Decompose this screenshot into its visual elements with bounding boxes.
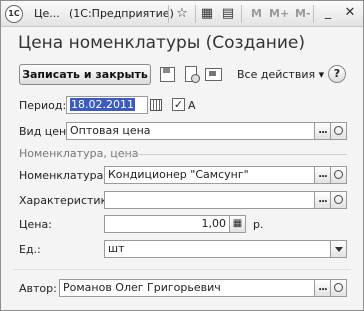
price-input[interactable]: 1,00 [104,215,230,233]
price-type-label: Вид цен: [19,125,70,138]
magnifier-open-icon[interactable] [331,279,347,297]
minimize-icon[interactable]: _ [319,4,337,22]
form-window: 1С Це... (1С:Предприятие) ☆ ▦ ▤ M M+ M- … [0,0,364,311]
toolbar-separator [195,5,196,23]
1c-logo-icon[interactable]: 1С [5,5,23,23]
author-label: Автор: [19,282,57,295]
price-label: Цена: [19,218,52,231]
period-input[interactable]: 18.02.2011 [66,96,148,114]
magnifier-open-icon[interactable] [331,122,347,140]
close-icon[interactable]: ✕ [341,4,359,22]
period-label: Период: [19,99,67,112]
chevron-down-icon[interactable] [331,240,347,258]
magnifier-open-icon[interactable] [331,191,347,209]
calendar-icon[interactable]: ▤ [219,5,237,23]
period-checkbox-label: A [188,99,196,112]
window-title-app: (1С:Предприятие) [69,7,174,20]
price-type-input[interactable]: Оптовая цена [66,122,315,140]
save-and-close-button[interactable]: Записать и закрыть [19,64,151,85]
magnifier-open-icon[interactable] [331,166,347,184]
calendar-icon[interactable] [150,99,162,111]
section-divider [123,154,347,155]
toolbar-separator [241,5,242,23]
author-input[interactable]: Романов Олег Григорьевич [59,279,315,297]
nomenclature-input[interactable]: Кондиционер "Самсунг" [104,166,315,184]
document-gear-icon[interactable] [182,65,200,83]
characteristic-label: Характеристика: [19,194,118,207]
divider [13,269,351,270]
toolbar-separator [313,5,314,23]
star-icon[interactable]: ☆ [173,5,191,23]
unit-label: Ед.: [19,243,41,256]
memory-minus-button[interactable]: M- [295,7,311,20]
title-bar: 1С Це... (1С:Предприятие) ☆ ▦ ▤ M M+ M- … [1,1,363,27]
screen-icon[interactable] [204,65,222,83]
calculator-icon[interactable]: ▦ [230,215,246,233]
characteristic-input[interactable] [104,191,315,209]
toolbar-separator [168,5,169,23]
section-header: Номенклатура, цена [19,147,139,160]
calculator-icon[interactable]: ▦ [198,5,216,23]
unit-input[interactable]: шт [104,240,331,258]
price-currency: р. [253,218,264,231]
help-button[interactable]: ? [328,65,346,83]
period-checkbox[interactable]: ✓ [172,98,185,111]
all-actions-menu[interactable]: Все действия ▾ [237,68,324,81]
memory-m-button[interactable]: M [251,7,262,20]
ellipsis-select-icon[interactable]: ... [315,191,331,209]
ellipsis-select-icon[interactable]: ... [315,279,331,297]
nomenclature-label: Номенклатура: [19,169,108,182]
period-value: 18.02.2011 [70,98,135,111]
window-title-short: Це... [34,7,60,20]
floppy-save-icon[interactable] [158,65,176,83]
ellipsis-select-icon[interactable]: ... [315,166,331,184]
page-title: Цена номенклатуры (Создание) [18,33,306,53]
ellipsis-select-icon[interactable]: ... [315,122,331,140]
memory-plus-button[interactable]: M+ [269,7,289,20]
